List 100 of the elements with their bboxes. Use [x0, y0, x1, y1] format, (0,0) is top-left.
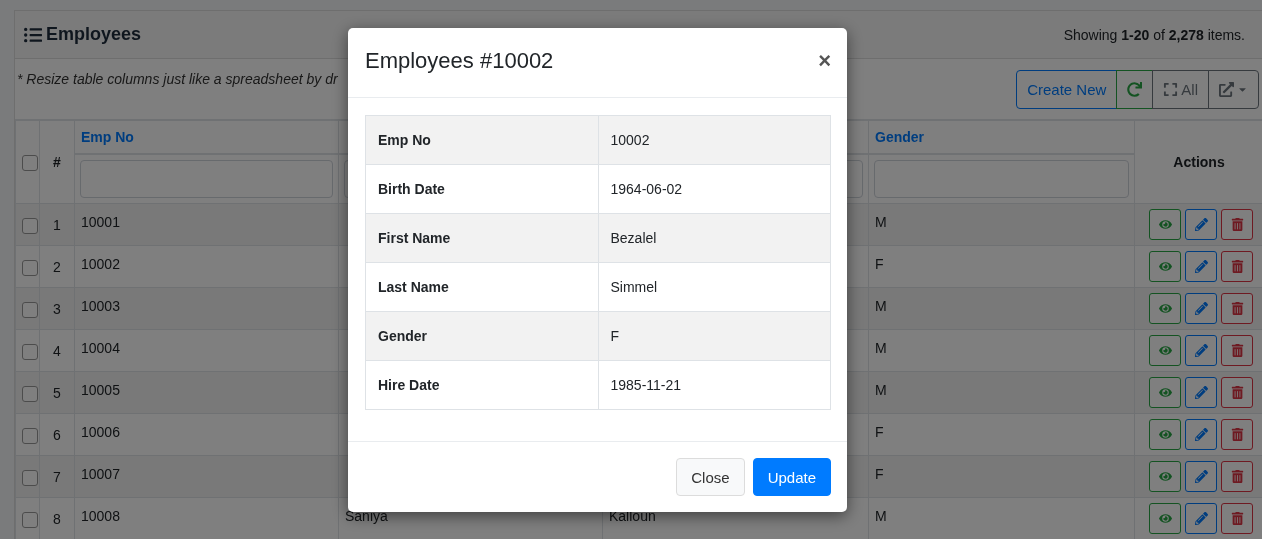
pencil-icon: [1194, 344, 1208, 357]
row-number: 3: [53, 301, 61, 317]
refresh-button[interactable]: [1116, 70, 1154, 109]
table-cell: F: [875, 424, 884, 440]
edit-button[interactable]: [1185, 419, 1217, 450]
table-cell: 10005: [81, 382, 120, 398]
eye-icon: [1158, 260, 1172, 273]
delete-button[interactable]: [1221, 335, 1253, 366]
trash-icon: [1230, 344, 1244, 357]
eye-icon: [1158, 470, 1172, 483]
edit-button[interactable]: [1185, 503, 1217, 534]
eye-icon: [1158, 344, 1172, 357]
resize-note: * Resize table columns just like a spreadsheet by dr: [17, 71, 338, 87]
view-button[interactable]: [1149, 335, 1181, 366]
items-summary: Showing 1-20 of 2,278 items.: [1063, 26, 1245, 43]
pencil-icon: [1194, 302, 1208, 315]
trash-icon: [1230, 260, 1244, 273]
filter-field[interactable]: [80, 160, 333, 198]
pencil-icon: [1194, 218, 1208, 231]
row-checkbox[interactable]: [22, 386, 38, 403]
column-header: #: [53, 154, 61, 170]
delete-button[interactable]: [1221, 209, 1253, 240]
pencil-icon: [1194, 512, 1208, 525]
table-cell: 10007: [81, 466, 120, 482]
close-button[interactable]: ×: [818, 49, 831, 72]
table-cell: 10008: [81, 508, 120, 524]
dialog-title: Employees #10002: [365, 47, 554, 74]
row-checkbox[interactable]: [22, 512, 38, 529]
row-checkbox[interactable]: [22, 470, 38, 487]
eye-icon: [1158, 512, 1172, 525]
pencil-icon: [1194, 428, 1208, 441]
view-button[interactable]: [1149, 503, 1181, 534]
row-number: 2: [53, 259, 61, 275]
export-button[interactable]: [1208, 70, 1259, 109]
edit-button[interactable]: [1185, 293, 1217, 324]
row-number: 7: [53, 469, 61, 485]
show-all-button[interactable]: All: [1152, 70, 1209, 109]
table-cell: F: [875, 256, 884, 272]
edit-button[interactable]: [1185, 209, 1217, 240]
delete-button[interactable]: [1221, 503, 1253, 534]
column-header: Actions: [1173, 154, 1225, 170]
trash-icon: [1230, 512, 1244, 525]
view-button[interactable]: [1149, 251, 1181, 282]
table-cell: M: [875, 298, 887, 314]
view-button[interactable]: [1149, 209, 1181, 240]
table-cell: Kalloun: [609, 508, 656, 524]
delete-button[interactable]: [1221, 251, 1253, 282]
field-label: Gender: [365, 311, 598, 361]
column-header[interactable]: Gender: [875, 129, 924, 145]
eye-icon: [1158, 302, 1172, 315]
close-dialog-button[interactable]: Close: [676, 458, 745, 496]
create-new-button[interactable]: Create New: [1016, 70, 1118, 109]
table-cell: M: [875, 382, 887, 398]
row-checkbox[interactable]: [22, 344, 38, 361]
view-button[interactable]: [1149, 293, 1181, 324]
row-checkbox[interactable]: [22, 302, 38, 319]
edit-button[interactable]: [1185, 461, 1217, 492]
external-link-icon: [1219, 82, 1234, 97]
update-button[interactable]: Update: [752, 458, 831, 496]
field-label: Birth Date: [365, 164, 598, 214]
field-label: Last Name: [365, 262, 598, 312]
row-checkbox[interactable]: [22, 428, 38, 445]
row-number: 1: [53, 217, 61, 233]
list-icon: [24, 25, 42, 44]
pencil-icon: [1194, 260, 1208, 273]
field-label: Emp No: [365, 115, 598, 165]
view-button[interactable]: [1149, 377, 1181, 408]
select-all-checkbox[interactable]: [22, 154, 38, 171]
row-checkbox[interactable]: [22, 260, 38, 277]
row-number: 4: [53, 343, 61, 359]
view-button[interactable]: [1149, 419, 1181, 450]
edit-button[interactable]: [1185, 335, 1217, 366]
delete-button[interactable]: [1221, 461, 1253, 492]
field-value: Simmel: [598, 262, 831, 312]
delete-button[interactable]: [1221, 377, 1253, 408]
column-header[interactable]: Emp No: [81, 129, 134, 145]
field-label: Hire Date: [365, 360, 598, 410]
table-cell: F: [875, 466, 884, 482]
pencil-icon: [1194, 470, 1208, 483]
row-number: 6: [53, 427, 61, 443]
expand-icon: [1163, 82, 1179, 97]
row-checkbox[interactable]: [22, 218, 38, 235]
field-value: 10002: [598, 115, 831, 165]
table-cell: 10001: [81, 214, 120, 230]
table-cell: 10006: [81, 424, 120, 440]
field-value: 1964-06-02: [598, 164, 831, 214]
view-button[interactable]: [1149, 461, 1181, 492]
delete-button[interactable]: [1221, 419, 1253, 450]
table-cell: 10002: [81, 256, 120, 272]
field-value: Bezalel: [598, 213, 831, 263]
edit-button[interactable]: [1185, 377, 1217, 408]
eye-icon: [1158, 386, 1172, 399]
table-cell: M: [875, 340, 887, 356]
table-cell: Saniya: [345, 508, 388, 524]
delete-button[interactable]: [1221, 293, 1253, 324]
edit-button[interactable]: [1185, 251, 1217, 282]
pencil-icon: [1194, 386, 1208, 399]
trash-icon: [1230, 218, 1244, 231]
filter-field[interactable]: [874, 160, 1129, 198]
refresh-icon: [1127, 82, 1143, 97]
